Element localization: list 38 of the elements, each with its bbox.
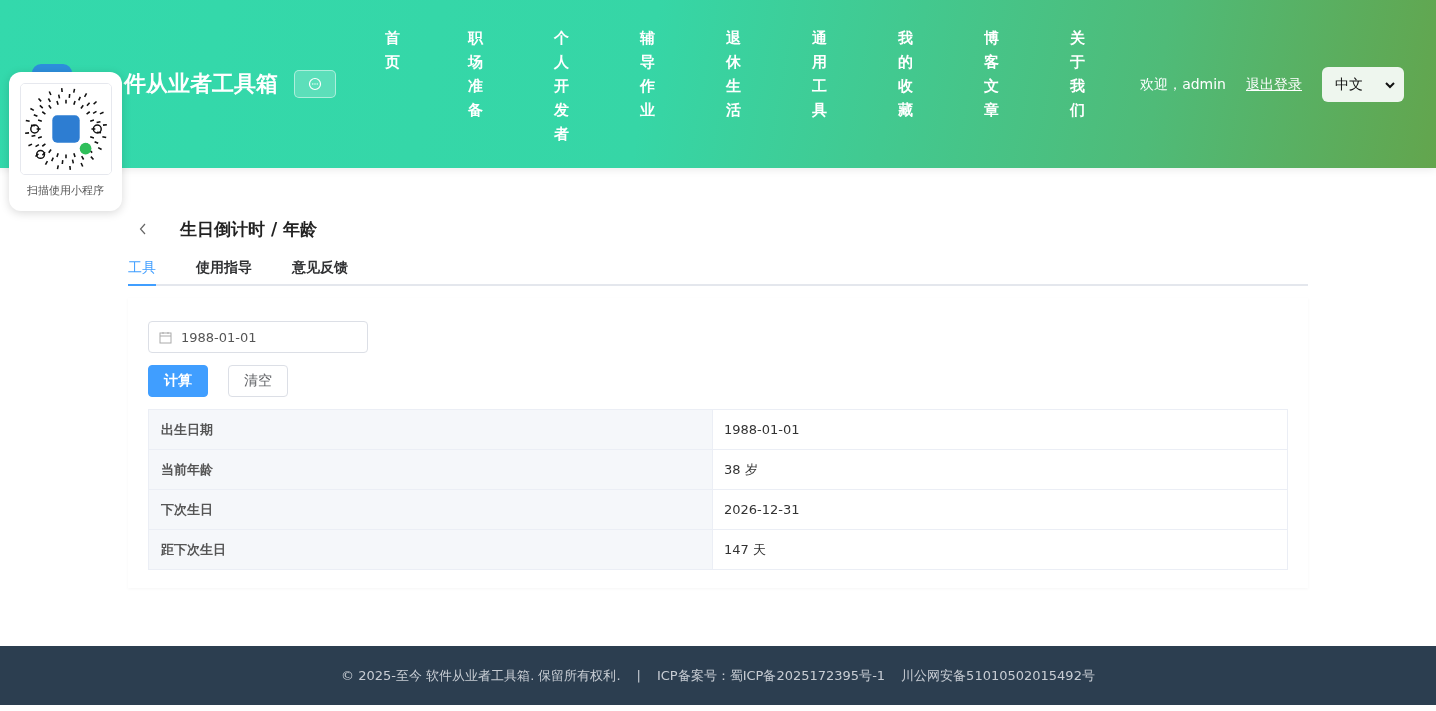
row-label: 距下次生日 xyxy=(149,530,713,570)
logout-link[interactable]: 退出登录 xyxy=(1246,75,1302,94)
nav-link[interactable]: 我的收藏 xyxy=(862,26,948,146)
clear-button[interactable]: 清空 xyxy=(228,365,288,397)
nav-link[interactable]: 辅导作业 xyxy=(604,26,690,146)
tab[interactable]: 工具 xyxy=(128,252,156,286)
row-value: 1988-01-01 xyxy=(713,410,1287,450)
page-title: 生日倒计时 / 年龄 xyxy=(180,217,318,241)
row-value: 2026-12-31 xyxy=(713,490,1287,530)
site-title: 件从业者工具箱 xyxy=(124,70,278,98)
separator-text: | xyxy=(636,668,641,683)
row-label: 出生日期 xyxy=(149,410,713,450)
date-field[interactable]: 1988-01-01 xyxy=(148,321,368,353)
nav-link[interactable]: 关于我们 xyxy=(1034,26,1120,146)
tab[interactable]: 意见反馈 xyxy=(292,252,348,286)
chevron-down-icon xyxy=(1384,80,1396,89)
nav-link[interactable]: 首页 xyxy=(352,26,432,146)
row-label: 当前年龄 xyxy=(149,450,713,490)
chevron-left-icon xyxy=(139,223,147,235)
nav-link[interactable]: 退休生活 xyxy=(690,26,776,146)
row-value: 147 天 xyxy=(713,530,1287,570)
qr-caption: 扫描使用小程序 xyxy=(27,183,104,198)
calculate-button[interactable]: 计算 xyxy=(148,365,208,397)
row-value: 38 岁 xyxy=(713,450,1287,490)
copyright-text: © 2025-至今 软件从业者工具箱. 保留所有权利. xyxy=(341,666,621,685)
chat-button[interactable] xyxy=(294,70,336,98)
tab[interactable]: 使用指导 xyxy=(196,252,252,286)
chat-icon xyxy=(308,77,322,91)
police-record-link[interactable]: 川公网安备51010502015492号 xyxy=(901,666,1095,685)
nav-link[interactable]: 职场准备 xyxy=(432,26,518,146)
nav-link[interactable]: 通用工具 xyxy=(776,26,862,146)
language-select[interactable]: 中文 xyxy=(1322,67,1404,102)
calendar-icon xyxy=(159,331,172,344)
nav-link[interactable]: 个人开发者 xyxy=(518,26,604,146)
nav-link[interactable]: 博客文章 xyxy=(948,26,1034,146)
icp-link[interactable]: ICP备案号：蜀ICP备2025172395号-1 xyxy=(656,666,886,685)
welcome-text: 欢迎，admin xyxy=(1140,75,1226,94)
row-label: 下次生日 xyxy=(149,490,713,530)
